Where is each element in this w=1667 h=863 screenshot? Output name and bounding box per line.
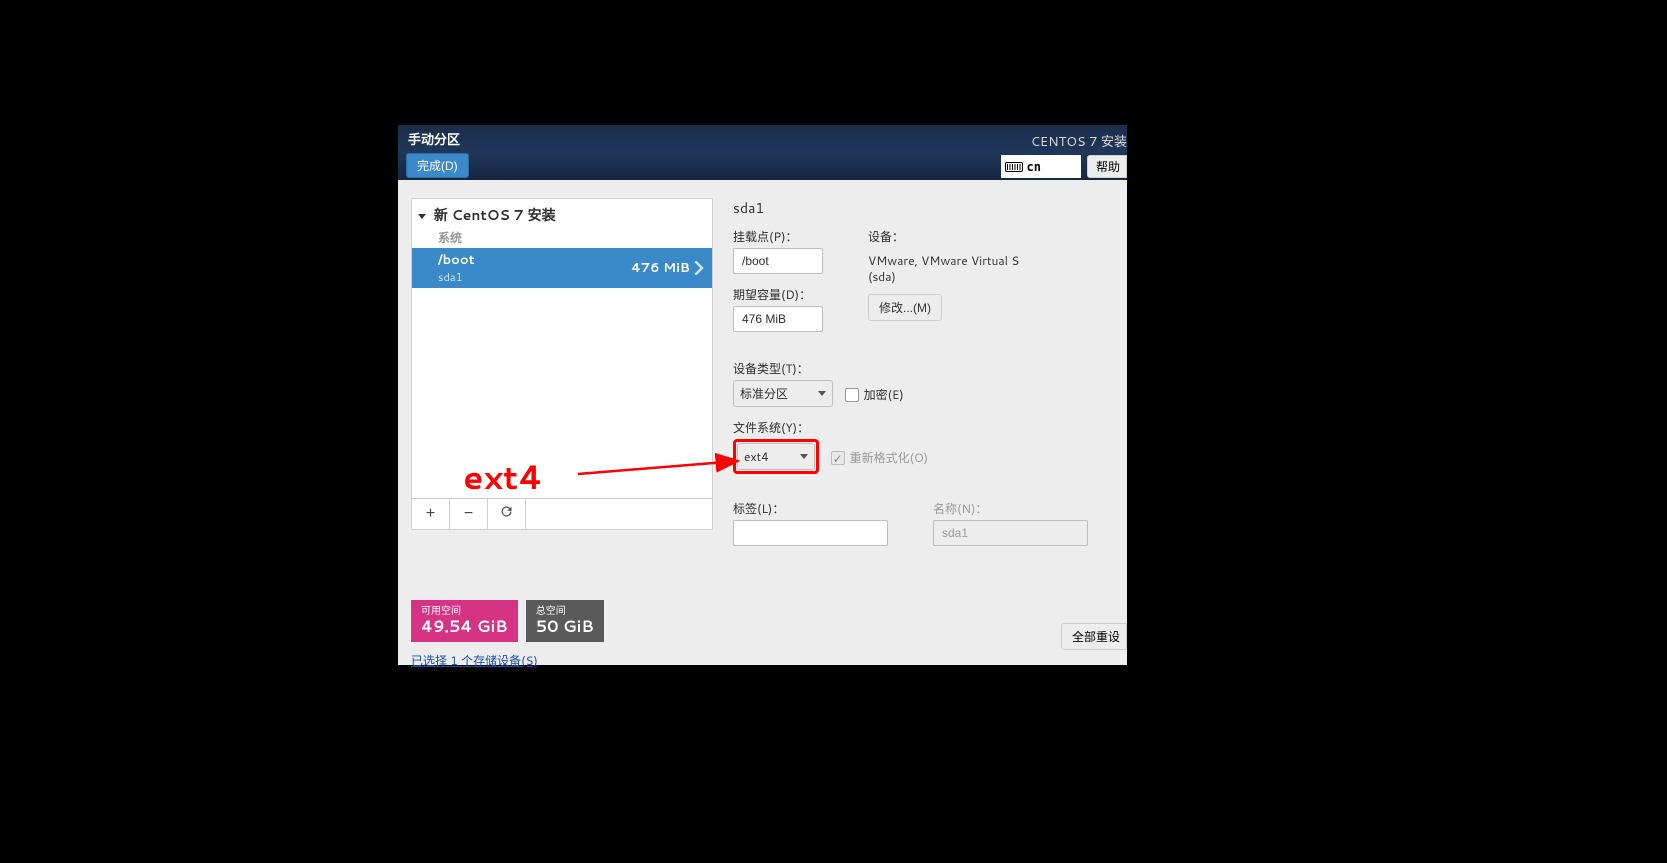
mount-point-input[interactable] <box>733 248 823 274</box>
tree-root[interactable]: 新 CentOS 7 安装 <box>412 199 712 227</box>
device-type-select[interactable]: 标准分区 <box>733 380 833 407</box>
caret-down-icon <box>818 391 826 396</box>
help-button[interactable]: 帮助 <box>1087 155 1127 178</box>
keyboard-layout-label: cn <box>1027 160 1041 174</box>
reformat-label: 重新格式化(O) <box>850 449 929 466</box>
caret-down-icon <box>418 214 426 219</box>
partition-row-boot[interactable]: /boot sda1 476 MiB <box>412 248 712 288</box>
device-type-value: 标准分区 <box>740 385 788 402</box>
remove-partition-button[interactable]: − <box>450 499 488 529</box>
mount-point-label: 挂载点(P)： <box>733 228 823 245</box>
add-partition-button[interactable]: + <box>412 499 450 529</box>
modify-device-button[interactable]: 修改...(M) <box>868 294 942 321</box>
total-space-value: 50 GiB <box>536 617 594 636</box>
tree-group-label: 系统 <box>412 227 712 248</box>
reformat-checkbox <box>831 451 845 465</box>
tree-root-label: 新 CentOS 7 安装 <box>434 205 556 225</box>
device-name-line2: (sda) <box>868 269 1038 285</box>
installer-window: 手动分区 完成(D) CENTOS 7 安装 cn 帮助 新 CentOS 7 … <box>398 125 1127 665</box>
annotation-highlight: ext4 <box>733 439 819 474</box>
reset-all-button[interactable]: 全部重设 <box>1061 623 1127 650</box>
partition-details-pane: sda1 挂载点(P)： 期望容量(D)： 设备： VMware, VMwa <box>713 180 1127 590</box>
bottom-summary: 可用空间 49.54 GiB 总空间 50 GiB 已选择 1 个存储设备(S) <box>398 600 1127 670</box>
total-space-box: 总空间 50 GiB <box>526 600 604 642</box>
encrypt-checkbox[interactable] <box>845 388 859 402</box>
capacity-input[interactable] <box>733 306 823 332</box>
encrypt-label: 加密(E) <box>864 386 904 403</box>
main-content: 新 CentOS 7 安装 系统 /boot sda1 476 MiB + − <box>398 180 1127 590</box>
keyboard-layout-indicator[interactable]: cn <box>1001 155 1081 178</box>
filesystem-label: 文件系统(Y)： <box>733 419 1119 436</box>
name-label: 名称(N)： <box>933 500 1103 517</box>
storage-devices-link[interactable]: 已选择 1 个存储设备(S) <box>411 652 538 669</box>
filesystem-value: ext4 <box>744 448 769 465</box>
reload-button[interactable] <box>488 499 526 529</box>
device-type-label: 设备类型(T)： <box>733 360 1119 377</box>
filesystem-select[interactable]: ext4 <box>737 443 815 470</box>
partition-device-label: sda1 <box>438 269 631 285</box>
free-space-value: 49.54 GiB <box>421 617 508 636</box>
tag-input[interactable] <box>733 520 888 546</box>
reload-icon <box>499 504 514 519</box>
device-name-line1: VMware, VMware Virtual S <box>868 253 1038 269</box>
keyboard-icon <box>1005 162 1023 172</box>
header-bar: 手动分区 完成(D) CENTOS 7 安装 cn 帮助 <box>398 125 1127 180</box>
tag-label: 标签(L)： <box>733 500 888 517</box>
tree-toolbar: + − <box>412 498 712 529</box>
partition-size-label: 476 MiB <box>631 259 690 277</box>
done-button[interactable]: 完成(D) <box>406 153 469 178</box>
partition-tree: 新 CentOS 7 安装 系统 /boot sda1 476 MiB + − <box>411 198 713 530</box>
detail-title: sda1 <box>733 198 1119 218</box>
name-input <box>933 520 1088 546</box>
partition-list-pane: 新 CentOS 7 安装 系统 /boot sda1 476 MiB + − <box>398 180 713 590</box>
caret-down-icon <box>800 454 808 459</box>
partition-mount-label: /boot <box>438 251 631 269</box>
capacity-label: 期望容量(D)： <box>733 286 823 303</box>
page-title: 手动分区 <box>406 129 469 149</box>
free-space-box: 可用空间 49.54 GiB <box>411 600 518 642</box>
device-section-label: 设备： <box>868 228 1038 245</box>
installer-title: CENTOS 7 安装 <box>1031 131 1127 151</box>
chevron-right-icon <box>694 261 704 275</box>
